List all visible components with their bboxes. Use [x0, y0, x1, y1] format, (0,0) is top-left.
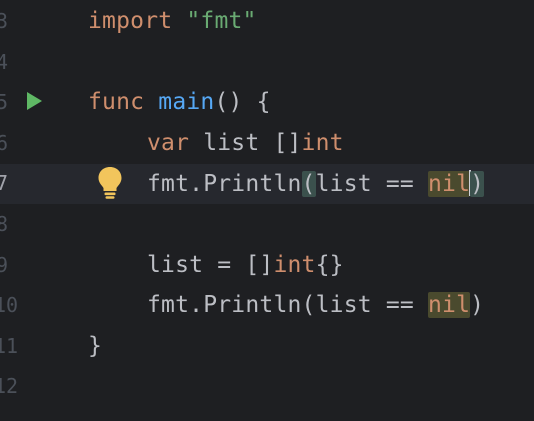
code-text: func main() { — [88, 89, 271, 115]
code-editor[interactable]: 3 import "fmt" 4 5 func main() { 6 var l… — [0, 0, 534, 421]
method-println: Println — [203, 292, 302, 318]
line-number: 5 — [0, 90, 8, 114]
keyword-int: int — [301, 130, 344, 156]
code-line[interactable]: 4 — [0, 43, 534, 83]
keyword-int: int — [273, 252, 316, 278]
line-number: 7 — [0, 171, 8, 195]
line-number: 8 — [0, 212, 8, 236]
line-number: 12 — [0, 374, 19, 398]
code-line[interactable]: 3 import "fmt" — [0, 2, 534, 42]
keyword-func: func — [88, 89, 145, 115]
code-line[interactable]: 9 list = []int{} — [0, 246, 534, 286]
matched-paren: ( — [301, 171, 316, 197]
code-text: var list []int — [147, 130, 344, 156]
lightbulb-icon[interactable] — [97, 166, 123, 200]
line-number: 4 — [0, 50, 8, 74]
keyword-import: import — [88, 8, 173, 34]
code-line[interactable]: 6 var list []int — [0, 124, 534, 164]
code-line[interactable]: 5 func main() { — [0, 83, 534, 123]
code-text: fmt.Println(list == nil) — [147, 170, 485, 197]
function-name: main — [158, 89, 215, 115]
line-number: 3 — [0, 9, 8, 33]
keyword-nil: nil — [427, 292, 471, 318]
line-number: 10 — [0, 293, 19, 317]
code-text: import "fmt" — [88, 8, 257, 34]
keyword-var: var — [147, 130, 190, 156]
line-number: 9 — [0, 253, 8, 277]
code-line-current[interactable]: 7 fmt.Println(list == nil) — [0, 164, 534, 204]
run-triangle-icon[interactable] — [27, 92, 42, 110]
method-println: Println — [203, 171, 302, 197]
code-text: list = []int{} — [147, 252, 344, 278]
keyword-nil: nil — [428, 171, 471, 197]
code-line[interactable]: 12 — [0, 367, 534, 407]
line-number: 6 — [0, 131, 8, 155]
code-line[interactable]: 10 fmt.Println(list == nil) — [0, 286, 534, 326]
code-text: fmt.Println(list == nil) — [147, 292, 485, 318]
string-literal: "fmt" — [186, 8, 257, 34]
code-line[interactable]: 11 } — [0, 327, 534, 367]
line-number: 11 — [0, 334, 19, 358]
code-text: } — [88, 333, 103, 359]
code-line[interactable]: 8 — [0, 205, 534, 245]
matched-paren: ) — [470, 171, 485, 197]
